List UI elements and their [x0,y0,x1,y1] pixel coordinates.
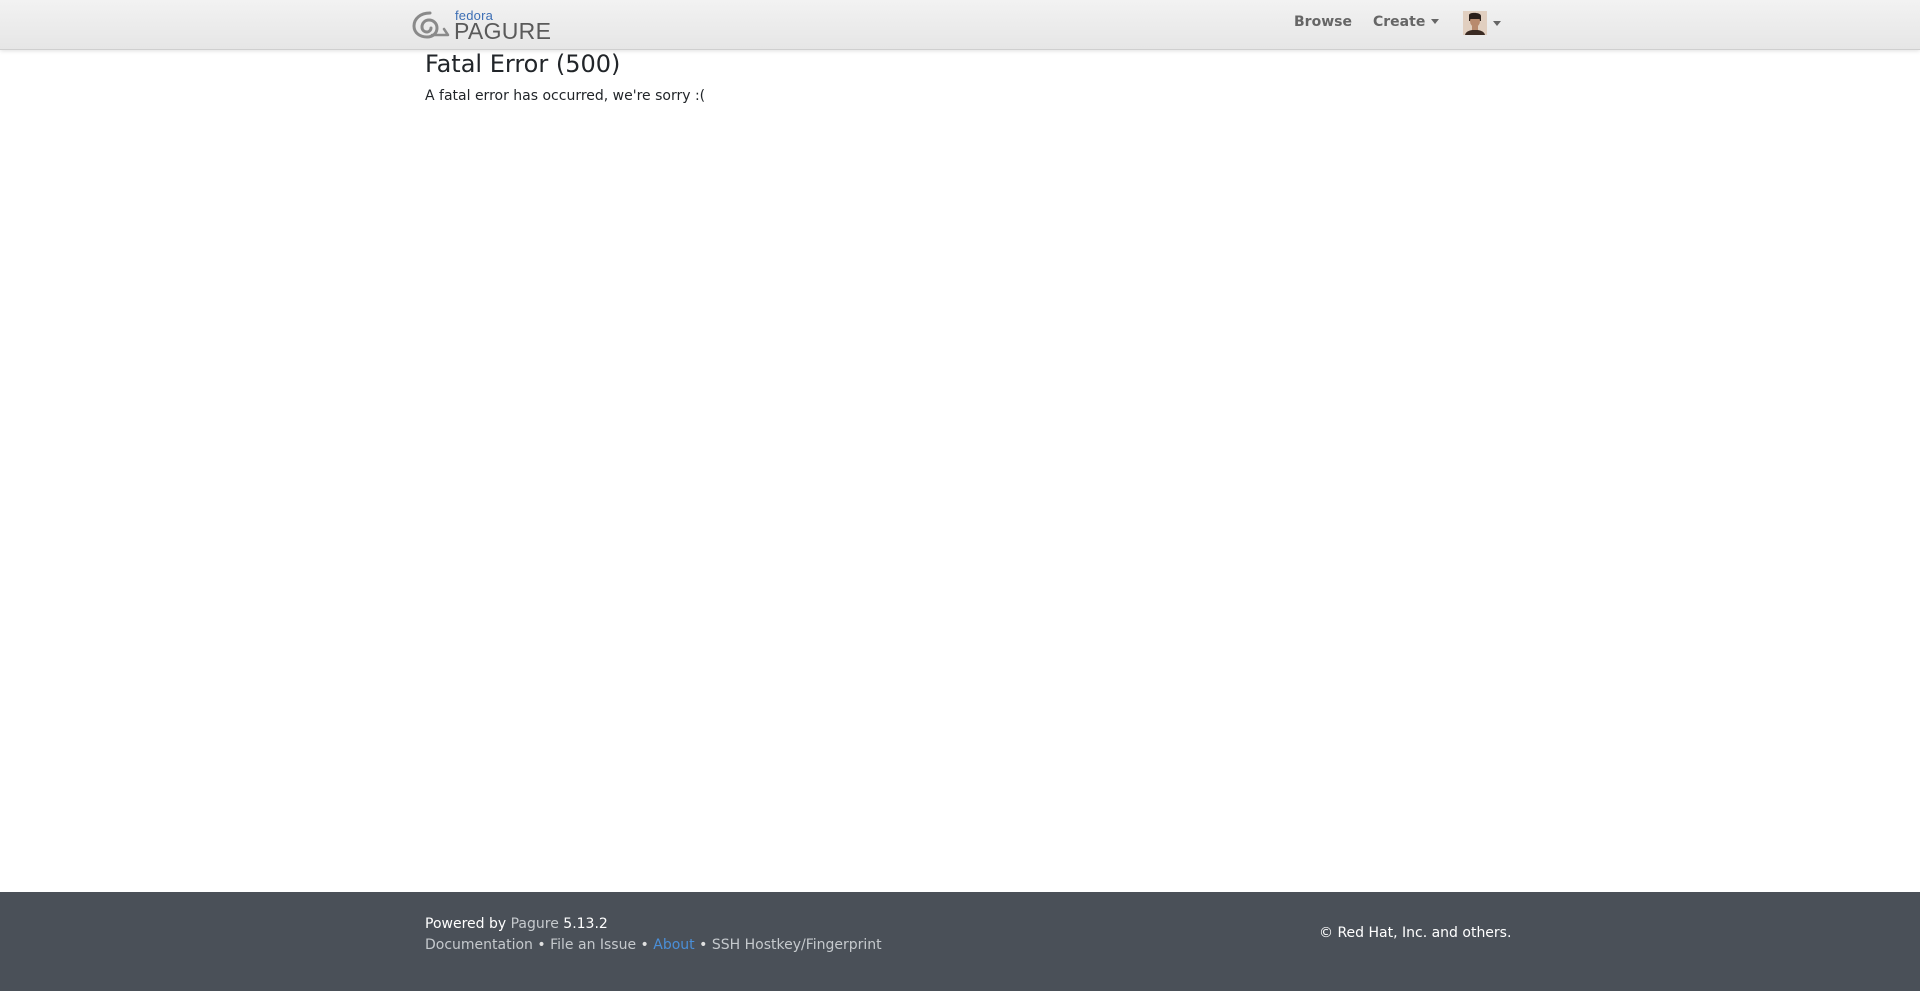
copyright-text: © Red Hat, Inc. and others. [1319,925,1512,941]
main-content: Fatal Error (500) A fatal error has occu… [425,48,1495,104]
version-text: 5.13.2 [563,916,608,932]
powered-by-line: Powered by Pagure 5.13.2 [425,914,882,935]
pagure-snail-icon [412,11,450,39]
footer-links: Documentation • File an Issue • About • … [425,935,882,956]
footer: Powered by Pagure 5.13.2 Documentation •… [0,892,1920,991]
top-navbar: fedora PAGURE Browse Create [0,0,1920,50]
avatar [1463,11,1487,35]
separator: • [699,937,708,953]
user-menu-dropdown[interactable] [1463,11,1501,35]
documentation-link[interactable]: Documentation [425,937,533,953]
chevron-down-icon [1431,19,1440,24]
footer-left: Powered by Pagure 5.13.2 Documentation •… [425,914,882,956]
nav-browse-link[interactable]: Browse [1294,14,1352,30]
separator: • [640,937,649,953]
page-title: Fatal Error (500) [425,50,621,78]
pagure-logo-link[interactable]: fedora PAGURE [410,7,551,44]
nav-create-label: Create [1373,14,1426,30]
brand-pagure-text: PAGURE [454,18,552,44]
nav-create-dropdown[interactable]: Create [1373,14,1440,30]
file-issue-link[interactable]: File an Issue [550,937,636,953]
error-message: A fatal error has occurred, we're sorry … [425,88,706,104]
chevron-down-icon [1493,20,1501,26]
ssh-hostkey-link[interactable]: SSH Hostkey/Fingerprint [712,937,882,953]
pagure-link[interactable]: Pagure [511,916,559,932]
powered-by-text: Powered by [425,916,507,932]
brand-text: fedora PAGURE [454,7,551,44]
about-link[interactable]: About [653,937,694,953]
separator: • [537,937,546,953]
